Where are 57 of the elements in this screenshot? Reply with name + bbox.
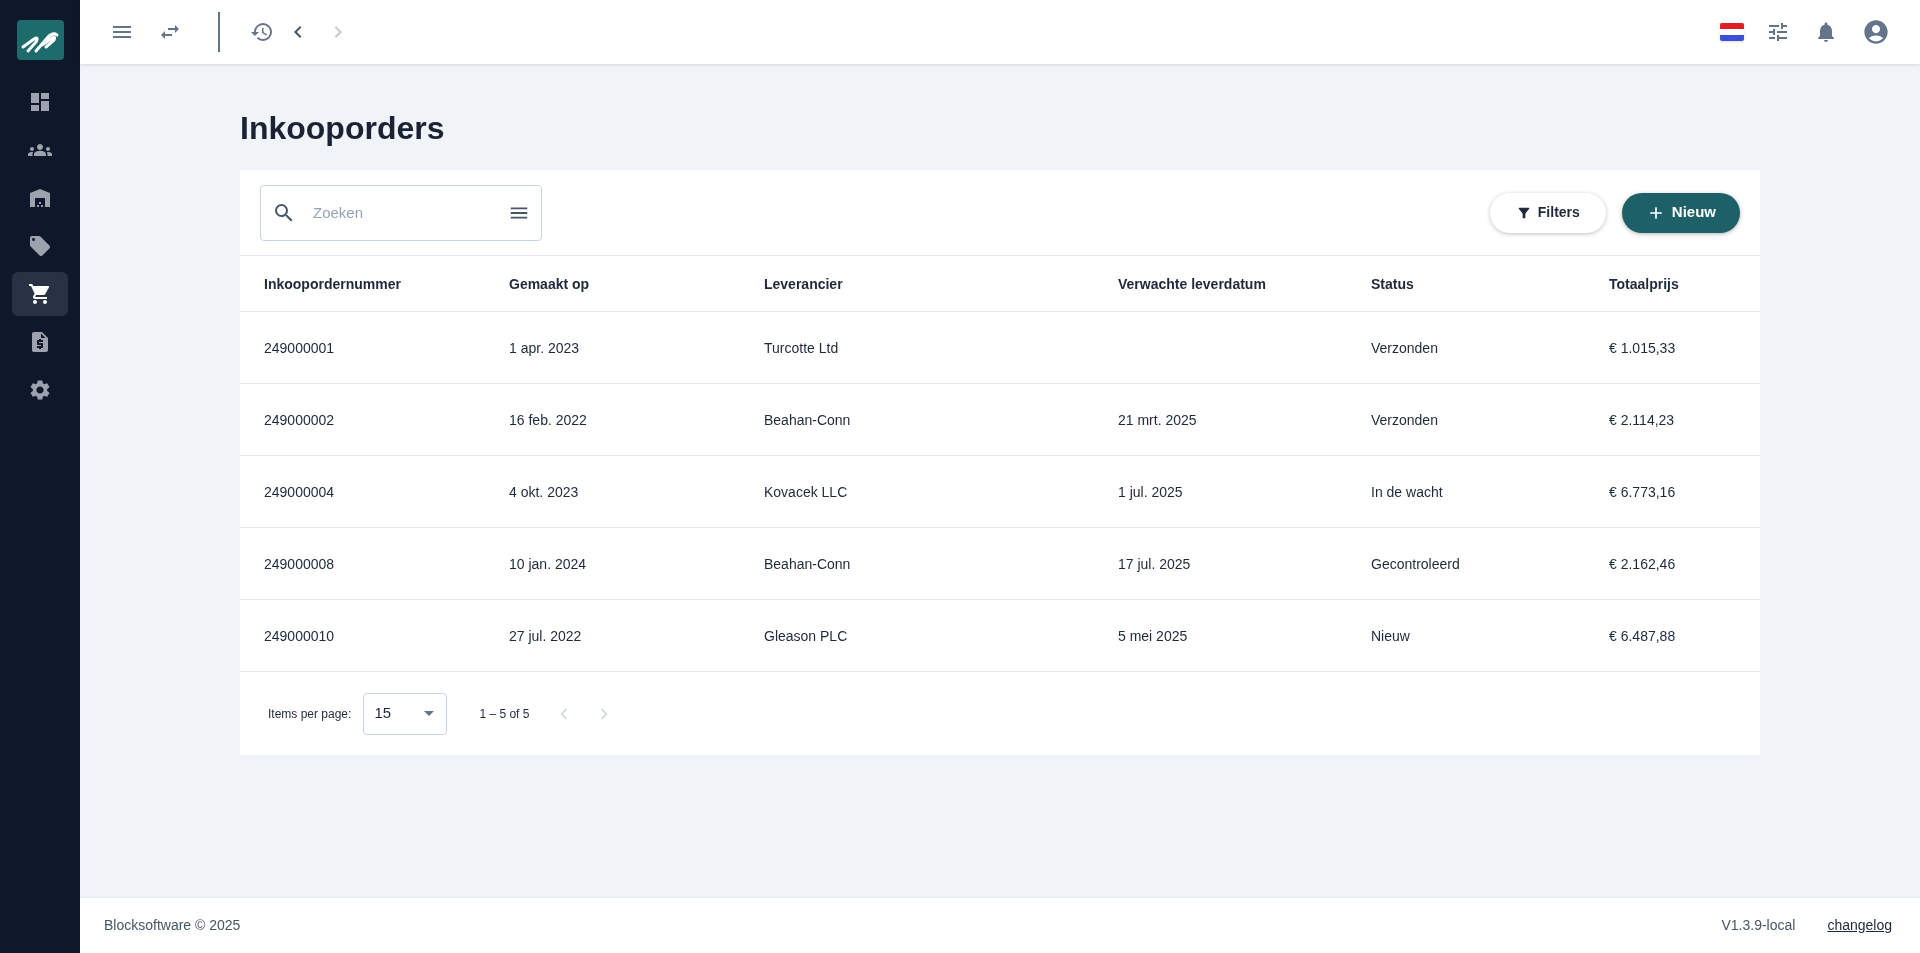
table-cell: 249000004	[264, 483, 335, 500]
settings-icon	[28, 378, 52, 402]
table-cell: 1 apr. 2023	[509, 339, 580, 356]
table-cell: 17 jul. 2025	[1118, 555, 1191, 572]
dashboard-icon	[28, 90, 52, 114]
column-header: Inkoopordernummer	[264, 275, 401, 292]
items-per-page-label: Items per page:	[268, 705, 352, 723]
dutch-flag-icon[interactable]	[1720, 23, 1744, 41]
table-cell: 27 jul. 2022	[509, 627, 582, 644]
table-cell: € 6.487,88	[1609, 627, 1676, 644]
column-header: Leverancier	[764, 275, 843, 292]
column-header: Gemaakt op	[509, 275, 590, 292]
table-cell: Nieuw	[1371, 627, 1410, 644]
history-icon[interactable]	[250, 20, 274, 44]
table-cell: Gecontroleerd	[1371, 555, 1460, 572]
changelog-link[interactable]: changelog	[1827, 915, 1892, 936]
sliders-icon[interactable]	[1766, 20, 1790, 44]
table-cell: Verzonden	[1371, 411, 1438, 428]
table-cell: € 6.773,16	[1609, 483, 1676, 500]
table-cell: 16 feb. 2022	[509, 411, 587, 428]
account-icon[interactable]	[1862, 18, 1890, 46]
new-button[interactable]: Nieuw	[1621, 192, 1740, 233]
table-cell: Turcotte Ltd	[764, 339, 839, 356]
page-size-select[interactable]: 15	[363, 692, 448, 735]
table-cell: 249000001	[264, 339, 335, 356]
table-cell: Verzonden	[1371, 339, 1438, 356]
table-cell: € 2.162,46	[1609, 555, 1676, 572]
table-cell: € 1.015,33	[1609, 339, 1676, 356]
table-cell: 4 okt. 2023	[509, 483, 579, 500]
table-cell: 1 jul. 2025	[1118, 483, 1183, 500]
filters-button[interactable]: Filters	[1489, 192, 1606, 233]
table-cell: 249000008	[264, 555, 335, 572]
cart-icon	[28, 282, 52, 306]
table-cell: 10 jan. 2024	[509, 555, 587, 572]
table-cell: Beahan-Conn	[764, 411, 851, 428]
column-header: Verwachte leverdatum	[1118, 275, 1266, 292]
table-cell: Beahan-Conn	[764, 555, 851, 572]
table-cell: 249000010	[264, 627, 335, 644]
table-cell: 5 mei 2025	[1118, 627, 1188, 644]
table-cell: 21 mrt. 2025	[1118, 411, 1197, 428]
search-field[interactable]: Zoeken	[260, 184, 542, 241]
table-cell: € 2.114,23	[1609, 411, 1675, 428]
table-cell: Kovacek LLC	[764, 483, 848, 500]
table-cell: Gleason PLC	[764, 627, 848, 644]
page-range: 1 – 5 of 5	[479, 705, 530, 723]
column-header: Status	[1371, 275, 1414, 292]
logo-icon[interactable]	[16, 20, 64, 60]
copyright-text: Blocksoftware © 2025	[104, 916, 241, 935]
page-title: Inkooporders	[240, 109, 446, 148]
column-header: Totaalprijs	[1609, 275, 1679, 292]
table-cell: 249000002	[264, 411, 335, 428]
table-cell: In de wacht	[1371, 483, 1443, 500]
warehouse-icon	[28, 186, 52, 210]
sidebar-item[interactable]	[12, 272, 68, 316]
version-text: V1.3.9-local	[1721, 916, 1796, 935]
tag-icon	[28, 234, 52, 258]
caret-icon	[424, 711, 435, 716]
